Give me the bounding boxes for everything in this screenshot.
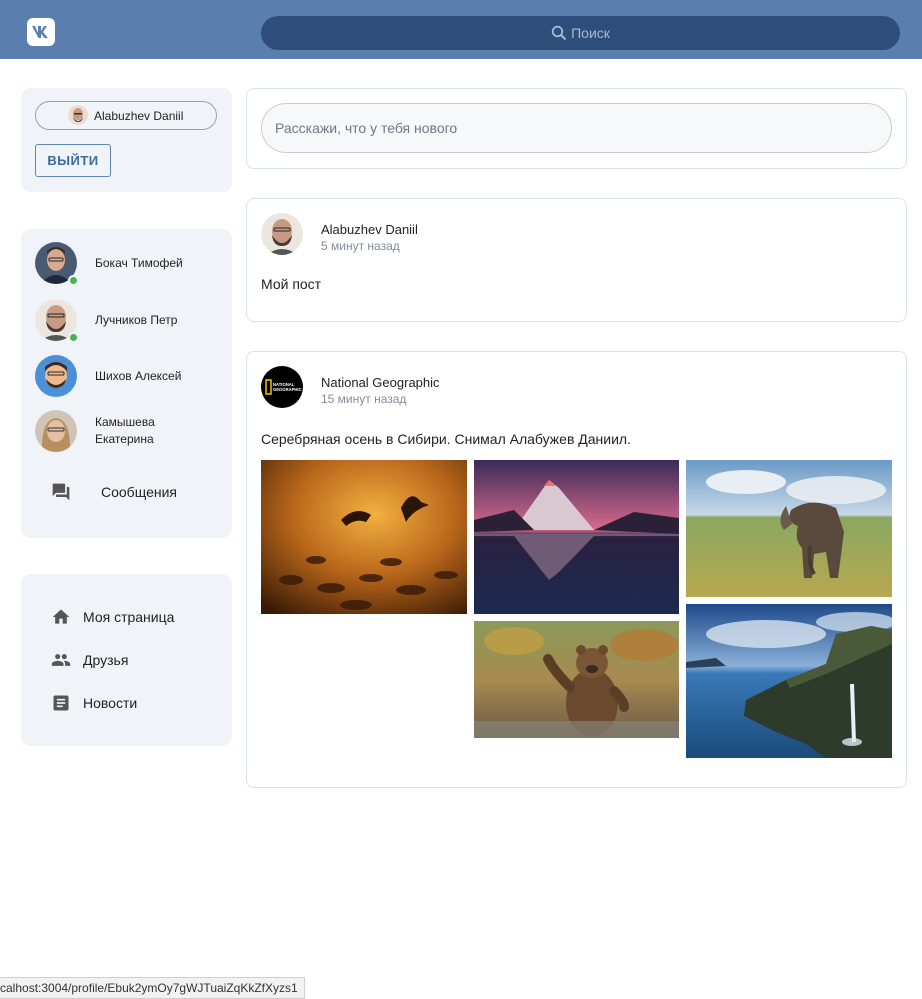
composer-input[interactable]: Расскажи, что у тебя нового <box>261 103 892 153</box>
friend-avatar <box>35 410 77 452</box>
online-indicator <box>68 275 79 286</box>
post-photo[interactable] <box>474 460 679 614</box>
friend-name: Лучников Петр <box>95 312 178 327</box>
nav-news-label: Новости <box>83 695 138 711</box>
post-photo[interactable] <box>474 621 679 738</box>
svg-text:GEOGRAPHIC: GEOGRAPHIC <box>273 387 302 392</box>
nav-friends[interactable]: Друзья <box>51 650 128 670</box>
friends-card: Бокач Тимофей Лучников Петр Шихов Алексе… <box>21 229 232 538</box>
post-author-name[interactable]: Alabuzhev Daniil <box>321 222 418 237</box>
post-author-avatar[interactable]: NATIONAL GEOGRAPHIC <box>261 366 303 408</box>
friend-item[interactable]: Камышева Екатерина <box>35 410 155 452</box>
post-photo[interactable] <box>686 460 892 597</box>
user-chip[interactable]: Alabuzhev Daniil <box>35 101 217 130</box>
search-placeholder: Поиск <box>571 25 610 41</box>
post-timestamp: 15 минут назад <box>321 392 407 406</box>
post-card: Alabuzhev Daniil 5 минут назад Мой пост <box>246 198 907 322</box>
online-indicator <box>68 332 79 343</box>
search-icon <box>551 25 567 41</box>
chat-icon <box>52 483 70 501</box>
user-avatar <box>68 105 88 125</box>
user-name: Alabuzhev Daniil <box>94 108 184 123</box>
post-text: Серебряная осень в Сибири. Снимал Алабуж… <box>261 431 631 447</box>
post-author-avatar[interactable] <box>261 213 303 255</box>
post-timestamp: 5 минут назад <box>321 239 400 253</box>
search-input[interactable]: Поиск <box>261 16 900 50</box>
nav-my-page-label: Моя страница <box>83 609 175 625</box>
post-photo[interactable] <box>261 460 467 614</box>
vk-logo[interactable] <box>27 18 55 46</box>
browser-status-url: calhost:3004/profile/Ebuk2ymOy7gWJTuaiZq… <box>0 977 305 999</box>
friend-item[interactable]: Лучников Петр <box>35 299 177 343</box>
friend-name: Шихов Алексей <box>95 368 182 383</box>
post-text: Мой пост <box>261 276 322 292</box>
vk-logo-icon <box>32 26 48 38</box>
post-author-name[interactable]: National Geographic <box>321 375 440 390</box>
friend-item[interactable]: Бокач Тимофей <box>35 242 183 286</box>
profile-card: Alabuzhev Daniil ВЫЙТИ <box>21 88 232 192</box>
post-composer: Расскажи, что у тебя нового <box>246 88 907 169</box>
top-bar: Поиск <box>0 0 922 59</box>
nav-friends-label: Друзья <box>83 652 129 668</box>
messages-label: Сообщения <box>101 484 177 500</box>
friend-name: Бокач Тимофей <box>95 255 183 270</box>
article-icon <box>53 695 69 711</box>
navigation-card: Моя страница Друзья Новости <box>21 574 232 746</box>
friend-avatar <box>35 355 77 397</box>
logout-button[interactable]: ВЫЙТИ <box>35 144 111 177</box>
friend-item[interactable]: Шихов Алексей <box>35 355 181 397</box>
people-icon <box>51 654 71 666</box>
friend-name: Камышева Екатерина <box>95 415 155 446</box>
messages-link[interactable]: Сообщения <box>51 482 177 502</box>
nav-my-page[interactable]: Моя страница <box>51 607 174 627</box>
post-card: NATIONAL GEOGRAPHIC National Geographic … <box>246 351 907 788</box>
post-photo[interactable] <box>686 604 892 758</box>
natgeo-logo: NATIONAL GEOGRAPHIC <box>265 379 302 395</box>
nav-news[interactable]: Новости <box>51 693 137 713</box>
home-icon <box>52 609 70 624</box>
